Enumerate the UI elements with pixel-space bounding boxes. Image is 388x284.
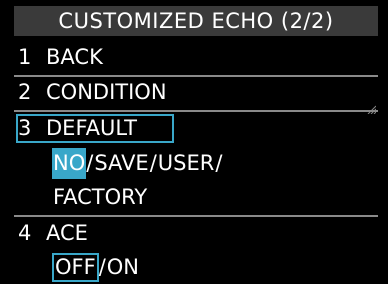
menu-item-condition[interactable]: 2 CONDITION <box>14 77 378 108</box>
menu-title: CUSTOMIZED ECHO (2/2) <box>14 6 378 36</box>
divider <box>14 110 378 112</box>
default-options: NO/SAVE/USER/ <box>52 148 222 179</box>
menu-item-number: 1 <box>18 45 32 69</box>
ace-options: OFF/ON <box>52 252 140 283</box>
option-on[interactable]: ON <box>106 252 140 283</box>
option-separator: / <box>98 255 106 279</box>
menu-item-label: ACE <box>46 221 88 245</box>
menu-item-default[interactable]: 3 DEFAULT <box>14 113 378 144</box>
option-off[interactable]: OFF <box>52 253 99 282</box>
customized-echo-menu: CUSTOMIZED ECHO (2/2) 1 BACK 2 CONDITION… <box>0 0 388 284</box>
option-separator: / <box>215 151 223 175</box>
option-user[interactable]: USER <box>157 148 216 179</box>
menu-item-label: BACK <box>46 45 103 69</box>
menu-item-ace[interactable]: 4 ACE <box>14 218 378 249</box>
menu-item-number: 4 <box>18 221 32 245</box>
menu-item-number: 3 <box>18 116 32 140</box>
option-no[interactable]: NO <box>52 148 87 179</box>
divider <box>14 215 378 217</box>
default-options-wrap: FACTORY <box>52 182 148 213</box>
menu-item-label: CONDITION <box>46 80 167 104</box>
option-factory[interactable]: FACTORY <box>52 182 148 213</box>
menu-item-label: DEFAULT <box>46 116 137 140</box>
option-separator: / <box>86 151 94 175</box>
menu-item-back[interactable]: 1 BACK <box>14 42 378 73</box>
option-separator: / <box>149 151 157 175</box>
menu-item-number: 2 <box>18 80 32 104</box>
option-save[interactable]: SAVE <box>93 148 149 179</box>
